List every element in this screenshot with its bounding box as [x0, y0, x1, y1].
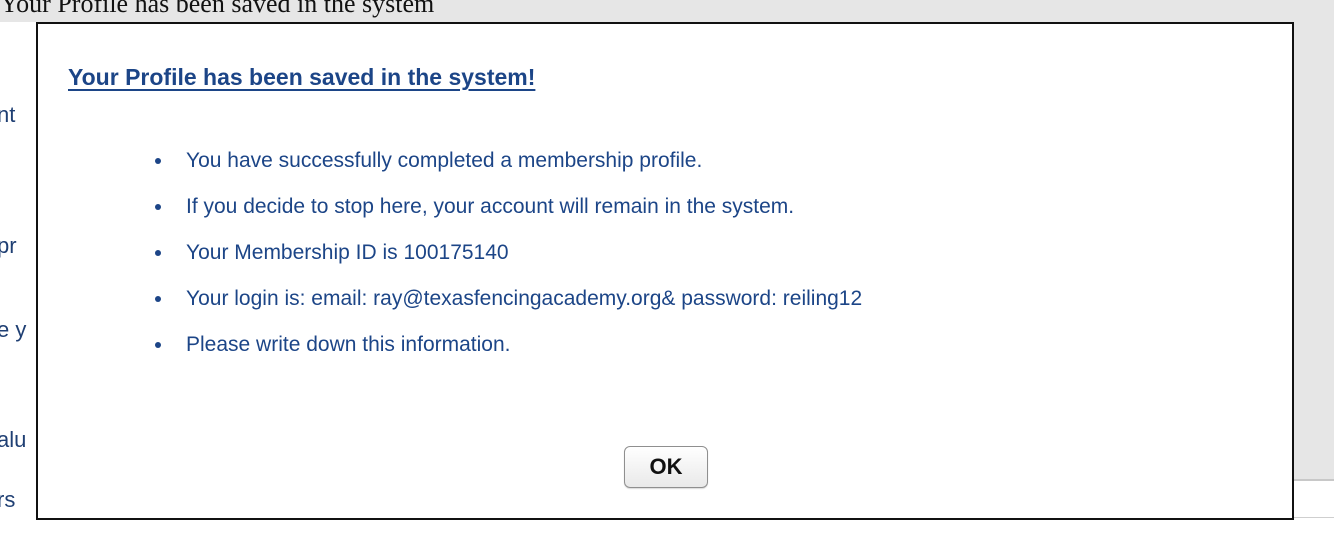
list-item: Your Membership ID is 100175140 [174, 234, 862, 271]
dialog-message-list: You have successfully completed a member… [156, 142, 862, 372]
list-item: If you decide to stop here, your account… [174, 188, 862, 225]
list-item: Your login is: email: ray@texasfencingac… [174, 280, 862, 317]
dialog-title: Your Profile has been saved in the syste… [68, 64, 536, 90]
list-item: You have successfully completed a member… [174, 142, 862, 179]
profile-saved-dialog: Your Profile has been saved in the syste… [36, 22, 1294, 520]
background-divider [1294, 479, 1334, 481]
background-fragment: nt [0, 102, 16, 127]
background-right-strip [1294, 22, 1334, 479]
background-fragment: alu [0, 427, 27, 452]
background-divider [1294, 517, 1334, 518]
background-top-text: Your Profile has been saved in the syste… [0, 0, 435, 18]
ok-button[interactable]: OK [624, 446, 708, 488]
background-fragment: pr [0, 233, 17, 258]
background-fragment: e y [0, 317, 27, 342]
background-fragment: rs [0, 487, 16, 512]
list-item: Please write down this information. [174, 326, 862, 363]
